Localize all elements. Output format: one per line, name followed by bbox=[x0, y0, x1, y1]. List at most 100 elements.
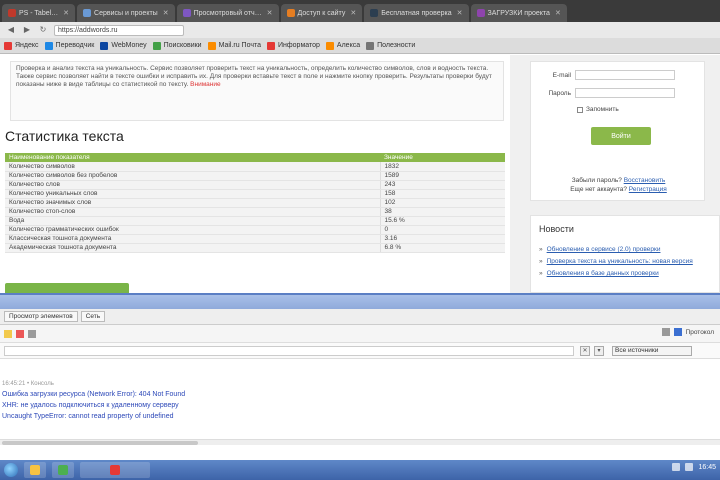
browser-nav-bar: ◀ ▶ ↻ https://addwords.ru bbox=[0, 22, 720, 38]
bookmark-label: Алекса bbox=[336, 42, 361, 49]
browser-icon bbox=[58, 465, 68, 475]
close-icon[interactable]: ✕ bbox=[63, 9, 69, 17]
tab-network[interactable]: Сеть bbox=[80, 311, 106, 322]
metric-name: Классическая тошнота документа bbox=[5, 234, 380, 244]
bookmark-item[interactable]: Поисковики bbox=[152, 41, 202, 50]
console-line[interactable]: XHR: не удалось подключиться к удаленном… bbox=[2, 402, 179, 409]
bookmark-icon bbox=[44, 41, 53, 50]
clear-icon[interactable] bbox=[28, 329, 36, 338]
devtools-tabs: Просмотр элементов Сеть bbox=[0, 309, 720, 325]
login-button[interactable]: Войти bbox=[591, 127, 651, 145]
close-icon[interactable]: ✕ bbox=[163, 9, 169, 17]
horizontal-scrollbar[interactable] bbox=[0, 439, 720, 445]
devtools-toolbar bbox=[0, 325, 720, 343]
source-dropdown[interactable]: Все источники bbox=[612, 346, 692, 356]
table-row: Академическая тошнота документа 6.8 % bbox=[5, 243, 505, 253]
news-link[interactable]: Обновления в базе данных проверки bbox=[547, 270, 659, 278]
email-field[interactable] bbox=[575, 70, 675, 80]
metric-name: Количество значимых слов bbox=[5, 198, 380, 208]
bookmark-item[interactable]: Полезности bbox=[366, 41, 416, 50]
console-line[interactable]: Uncaught TypeError: cannot read property… bbox=[2, 413, 173, 420]
forward-icon[interactable]: ▶ bbox=[22, 25, 32, 35]
bookmark-label: Поисковики bbox=[163, 42, 202, 49]
taskbar-app[interactable] bbox=[52, 462, 74, 478]
close-icon[interactable]: ✕ bbox=[267, 9, 273, 17]
close-icon[interactable]: ✕ bbox=[350, 9, 356, 17]
account-links: Забыли пароль? Восстановить Еще нет акка… bbox=[541, 176, 696, 194]
os-taskbar: 16:45 bbox=[0, 460, 720, 480]
forgot-text: Забыли пароль? bbox=[571, 177, 622, 184]
address-bar[interactable]: https://addwords.ru bbox=[54, 24, 184, 36]
devtools-title-bar[interactable] bbox=[0, 295, 720, 309]
check-button-partial[interactable] bbox=[5, 283, 129, 293]
table-row: Количество символов 1832 bbox=[5, 162, 505, 172]
close-icon[interactable]: ✕ bbox=[555, 9, 561, 17]
bookmark-item[interactable]: Переводчик bbox=[44, 41, 94, 50]
metric-value: 38 bbox=[379, 207, 505, 217]
table-row: Количество значимых слов 102 bbox=[5, 198, 505, 208]
bookmark-item[interactable]: Яндекс bbox=[4, 41, 39, 50]
back-icon[interactable]: ◀ bbox=[6, 25, 16, 35]
reload-icon[interactable]: ↻ bbox=[38, 25, 48, 35]
password-row: Пароль bbox=[541, 88, 675, 98]
metric-value: 102 bbox=[379, 198, 505, 208]
metric-value: 158 bbox=[379, 189, 505, 199]
register-link[interactable]: Регистрация bbox=[629, 186, 667, 193]
console-meta: 16:45:21 • Консоль bbox=[2, 381, 54, 387]
news-list: » Обновление в сервисе (2.0) проверки » Про… bbox=[539, 246, 714, 282]
sidebar: E-mail Пароль Запомнить Войти Забыли пар… bbox=[530, 55, 720, 293]
browser-tab[interactable]: PS - Tabel… ✕ bbox=[2, 4, 76, 22]
browser-tab[interactable]: ЗАГРУЗКИ проекта ✕ bbox=[470, 4, 567, 22]
start-button[interactable] bbox=[4, 463, 18, 477]
close-icon[interactable]: ✕ bbox=[457, 9, 463, 17]
filter-input[interactable] bbox=[4, 346, 574, 356]
bookmark-label: Информатор bbox=[278, 42, 320, 49]
news-link[interactable]: Проверка текста на уникальность: новая в… bbox=[547, 258, 693, 266]
bullet-icon: » bbox=[539, 246, 543, 253]
taskbar-app-active[interactable] bbox=[80, 462, 150, 478]
browser-tab[interactable]: Доступ к сайту ✕ bbox=[280, 4, 363, 22]
tab-favicon-icon bbox=[8, 9, 16, 17]
devtools-right-controls: Протокол bbox=[661, 328, 714, 336]
bookmark-item[interactable]: Mail.ru Почта bbox=[207, 41, 261, 50]
bookmark-item[interactable]: Алекса bbox=[325, 41, 361, 50]
taskbar-app[interactable] bbox=[24, 462, 46, 478]
scrollbar-thumb[interactable] bbox=[2, 441, 198, 445]
metric-value: 0 bbox=[379, 225, 505, 235]
tab-elements[interactable]: Просмотр элементов bbox=[4, 311, 78, 322]
table-row: Количество слов 243 bbox=[5, 180, 505, 190]
forgot-link[interactable]: Восстановить bbox=[624, 177, 666, 184]
console-line[interactable]: Ошибка загрузки ресурса (Network Error):… bbox=[2, 391, 185, 398]
table-header: Значение bbox=[380, 153, 505, 162]
settings-icon[interactable] bbox=[661, 328, 670, 336]
metric-value: 3.16 bbox=[379, 234, 505, 244]
register-text: Еще нет аккаунта? bbox=[570, 186, 627, 193]
bookmark-item[interactable]: Информатор bbox=[267, 41, 320, 50]
metric-value: 1832 bbox=[379, 162, 505, 172]
email-label: E-mail bbox=[552, 71, 571, 79]
clock[interactable]: 16:45 bbox=[698, 464, 716, 471]
record-icon[interactable] bbox=[16, 329, 24, 338]
filter-options-icon[interactable]: ▾ bbox=[594, 346, 604, 356]
metric-name: Академическая тошнота документа bbox=[5, 243, 380, 253]
intro-text-box: Проверка и анализ текста на уникальность… bbox=[10, 61, 504, 121]
dock-icon[interactable] bbox=[673, 328, 682, 336]
browser-tab[interactable]: Просмотровый отч… ✕ bbox=[176, 4, 279, 22]
browser-tab[interactable]: Сервисы и проекты ✕ bbox=[77, 4, 175, 22]
clear-filter-icon[interactable]: ✕ bbox=[580, 346, 590, 356]
log-label[interactable]: Протокол bbox=[686, 329, 714, 336]
volume-icon[interactable] bbox=[685, 463, 694, 471]
network-icon[interactable] bbox=[672, 463, 681, 471]
browser-tab[interactable]: Бесплатная проверка ✕ bbox=[364, 4, 469, 22]
bookmark-label: Полезности bbox=[377, 42, 416, 49]
password-field[interactable] bbox=[575, 88, 675, 98]
remember-row: Запомнить bbox=[577, 106, 619, 113]
bookmark-item[interactable]: WebMoney bbox=[100, 41, 147, 50]
tab-favicon-icon bbox=[370, 9, 379, 17]
statistics-table: Наименование показателя Значение Количес… bbox=[5, 153, 505, 253]
remember-checkbox[interactable] bbox=[577, 106, 583, 113]
bookmarks-bar: Яндекс Переводчик WebMoney Поисковики Mail.r… bbox=[0, 38, 720, 54]
news-link[interactable]: Обновление в сервисе (2.0) проверки bbox=[547, 246, 661, 254]
inspect-icon[interactable] bbox=[4, 329, 12, 338]
intro-warning[interactable]: Внимание bbox=[190, 81, 220, 88]
